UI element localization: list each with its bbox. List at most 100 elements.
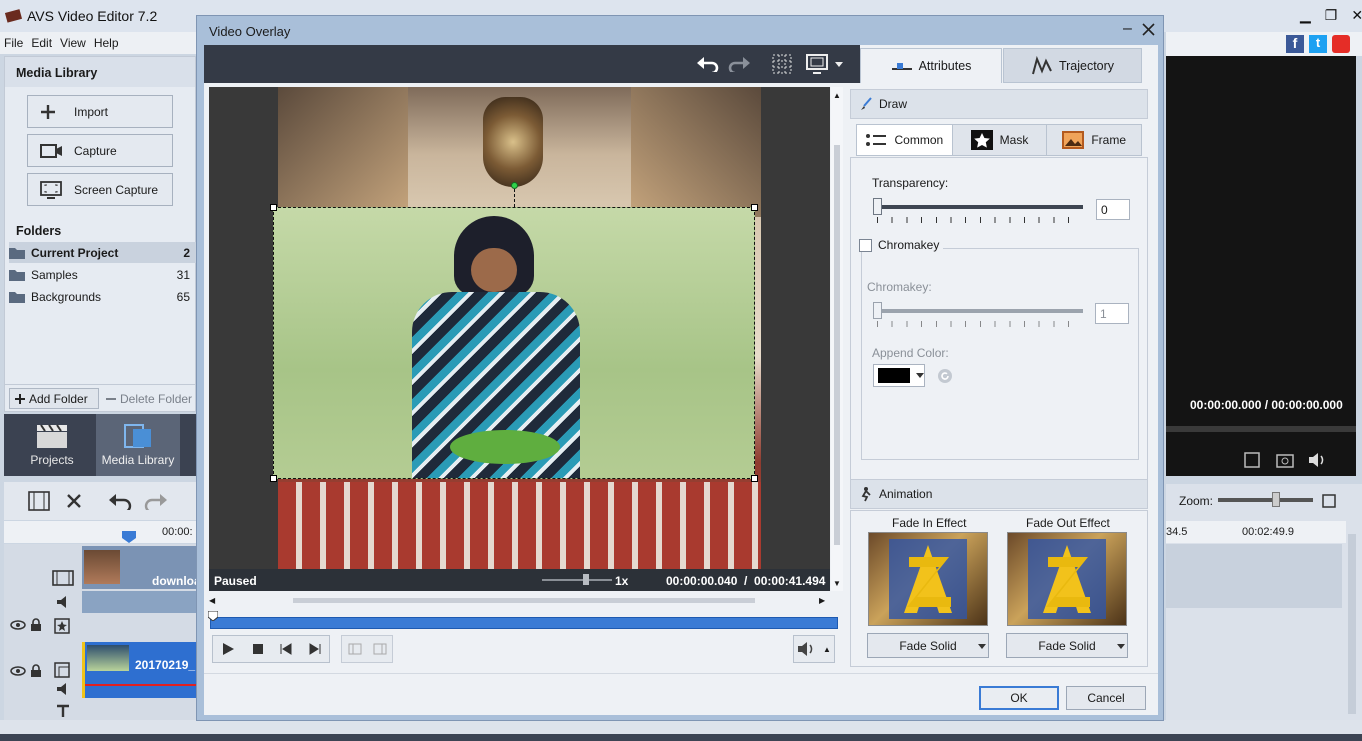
reset-icon[interactable] xyxy=(937,368,953,384)
ok-button[interactable]: OK xyxy=(979,686,1059,710)
rotate-handle[interactable] xyxy=(511,182,518,189)
folder-samples[interactable]: Samples 31 xyxy=(9,264,196,285)
tab-trajectory[interactable]: Trajectory xyxy=(1003,48,1142,83)
chromakey-slider[interactable] xyxy=(877,309,1083,313)
resize-handle[interactable] xyxy=(270,204,277,211)
speaker-icon[interactable] xyxy=(56,595,72,609)
speaker-icon[interactable] xyxy=(56,682,72,696)
fade-in-preview[interactable] xyxy=(868,532,988,626)
prev-frame-button[interactable] xyxy=(272,636,301,662)
mark-in-icon[interactable] xyxy=(348,643,362,655)
undo-icon[interactable] xyxy=(696,56,720,72)
tab-attributes[interactable]: Attributes xyxy=(860,48,1002,83)
menu-view[interactable]: View xyxy=(56,32,90,50)
vertical-scrollbar[interactable] xyxy=(1348,534,1356,714)
delete-icon[interactable] xyxy=(66,493,82,509)
lock-icon[interactable] xyxy=(30,664,42,678)
chevron-down-icon[interactable] xyxy=(835,62,843,67)
menu-edit[interactable]: Edit xyxy=(27,32,56,50)
tab-mask[interactable]: Mask xyxy=(951,125,1047,155)
speed-slider-thumb[interactable] xyxy=(583,574,589,585)
scroll-left-icon[interactable]: ◀ xyxy=(209,596,215,605)
tab-projects[interactable]: Projects xyxy=(4,414,100,476)
import-button[interactable]: Import xyxy=(27,95,173,128)
eye-icon[interactable] xyxy=(10,666,26,676)
volume-icon[interactable] xyxy=(1308,452,1328,468)
screen-capture-button[interactable]: Screen Capture xyxy=(27,173,173,206)
snapshot-icon[interactable] xyxy=(1276,452,1294,468)
tab-frame[interactable]: Frame xyxy=(1046,125,1141,155)
grid-icon[interactable] xyxy=(772,54,792,74)
stop-button[interactable] xyxy=(243,636,272,662)
effects-icon[interactable] xyxy=(54,618,70,634)
scroll-thumb[interactable] xyxy=(834,145,840,545)
transparency-input[interactable]: 0 xyxy=(1096,199,1130,220)
scroll-right-icon[interactable]: ▶ xyxy=(819,596,825,605)
video-clip-download[interactable]: download xyxy=(82,546,208,589)
eye-icon[interactable] xyxy=(10,620,26,630)
video-clip-20170219[interactable]: 20170219_ xyxy=(82,642,201,698)
twitter-icon[interactable]: t xyxy=(1309,35,1327,53)
resize-handle[interactable] xyxy=(270,475,277,482)
menu-file[interactable]: File xyxy=(0,32,27,50)
timeline-tracks: download 20170219_ xyxy=(4,544,208,720)
minimize-icon[interactable]: ▁ xyxy=(1300,7,1311,24)
seek-bar[interactable] xyxy=(210,617,838,629)
zoom-slider-thumb[interactable] xyxy=(1272,492,1280,507)
resize-handle[interactable] xyxy=(751,204,758,211)
undo-icon[interactable] xyxy=(108,492,132,510)
folder-current-project[interactable]: Current Project 2 xyxy=(9,242,196,263)
horizontal-scrollbar[interactable] xyxy=(0,720,1362,734)
speed-slider[interactable] xyxy=(542,579,612,581)
capture-button[interactable]: Capture xyxy=(27,134,173,167)
next-frame-button[interactable] xyxy=(301,636,330,662)
scroll-down-icon[interactable]: ▼ xyxy=(833,579,841,588)
tab-media-library[interactable]: Media Library xyxy=(96,414,180,476)
redo-icon[interactable] xyxy=(144,492,168,510)
lock-icon[interactable] xyxy=(30,618,42,632)
overlay-video-frame[interactable] xyxy=(270,182,758,482)
tab-common[interactable]: Common xyxy=(857,125,952,155)
cancel-button[interactable]: Cancel xyxy=(1066,686,1146,710)
chromakey-slider-thumb[interactable] xyxy=(873,302,882,319)
fade-out-preview[interactable] xyxy=(1007,532,1127,626)
preview-vscroll[interactable]: ▲ ▼ xyxy=(831,87,843,591)
menu-help[interactable]: Help xyxy=(90,32,123,50)
close-window-icon[interactable]: ✕ xyxy=(1351,7,1362,24)
fullscreen-icon[interactable] xyxy=(1244,452,1260,468)
transparency-slider-thumb[interactable] xyxy=(873,198,882,215)
add-folder-button[interactable]: Add Folder xyxy=(9,388,99,409)
restore-icon[interactable]: ❐ xyxy=(1325,7,1338,24)
video-preview xyxy=(209,87,830,591)
resize-handle[interactable] xyxy=(751,475,758,482)
chromakey-checkbox[interactable] xyxy=(859,238,872,252)
transparency-slider[interactable] xyxy=(877,205,1083,209)
chromakey-checkbox-row[interactable]: Chromakey xyxy=(859,238,944,252)
seek-start-marker[interactable] xyxy=(208,611,218,621)
youtube-icon[interactable] xyxy=(1332,35,1350,53)
mark-out-icon[interactable] xyxy=(373,643,387,655)
preview-hscroll[interactable]: ◀ ▶ xyxy=(209,595,830,607)
redo-icon[interactable] xyxy=(727,56,751,72)
volume-control[interactable]: ▲ xyxy=(793,635,835,663)
chromakey-input[interactable]: 1 xyxy=(1095,303,1129,324)
scroll-thumb[interactable] xyxy=(293,598,755,603)
storyboard-icon[interactable] xyxy=(28,491,50,511)
scroll-up-icon[interactable]: ▲ xyxy=(833,91,841,100)
zoom-slider[interactable] xyxy=(1218,498,1313,502)
delete-folder-button[interactable]: Delete Folder xyxy=(105,388,193,409)
playhead-marker[interactable] xyxy=(122,531,136,543)
append-color-picker[interactable] xyxy=(873,364,925,387)
player-progress[interactable] xyxy=(1166,426,1356,432)
frame-wall-left xyxy=(278,87,408,217)
monitor-icon[interactable] xyxy=(806,54,828,74)
fade-out-select[interactable]: Fade Solid xyxy=(1006,633,1128,658)
folder-backgrounds[interactable]: Backgrounds 65 xyxy=(9,286,196,307)
fit-icon[interactable] xyxy=(1322,494,1336,508)
dialog-minimize-icon[interactable]: – xyxy=(1123,20,1132,38)
play-button[interactable] xyxy=(213,636,243,662)
facebook-icon[interactable]: f xyxy=(1286,35,1304,53)
dialog-close-icon[interactable] xyxy=(1142,23,1155,36)
lamp xyxy=(483,97,543,187)
fade-in-select[interactable]: Fade Solid xyxy=(867,633,989,658)
